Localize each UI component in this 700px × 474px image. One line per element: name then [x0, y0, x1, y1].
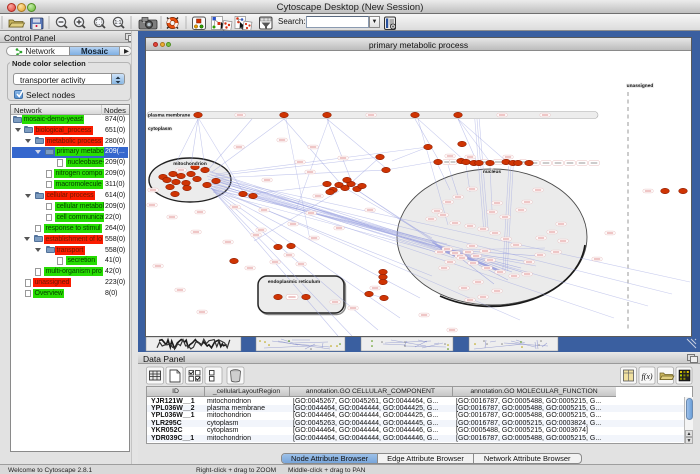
- svg-text:cytoplasm: cytoplasm: [148, 126, 172, 132]
- svg-text:plasma membrane: plasma membrane: [148, 113, 190, 119]
- svg-text:f(x): f(x): [641, 372, 652, 381]
- svg-text:endoplasmic reticulum: endoplasmic reticulum: [268, 279, 320, 285]
- svg-text:1:1: 1:1: [115, 20, 122, 26]
- svg-text:unassigned: unassigned: [627, 83, 654, 89]
- svg-text:nucleus: nucleus: [483, 169, 501, 175]
- svg-text:mitochondrion: mitochondrion: [173, 161, 207, 167]
